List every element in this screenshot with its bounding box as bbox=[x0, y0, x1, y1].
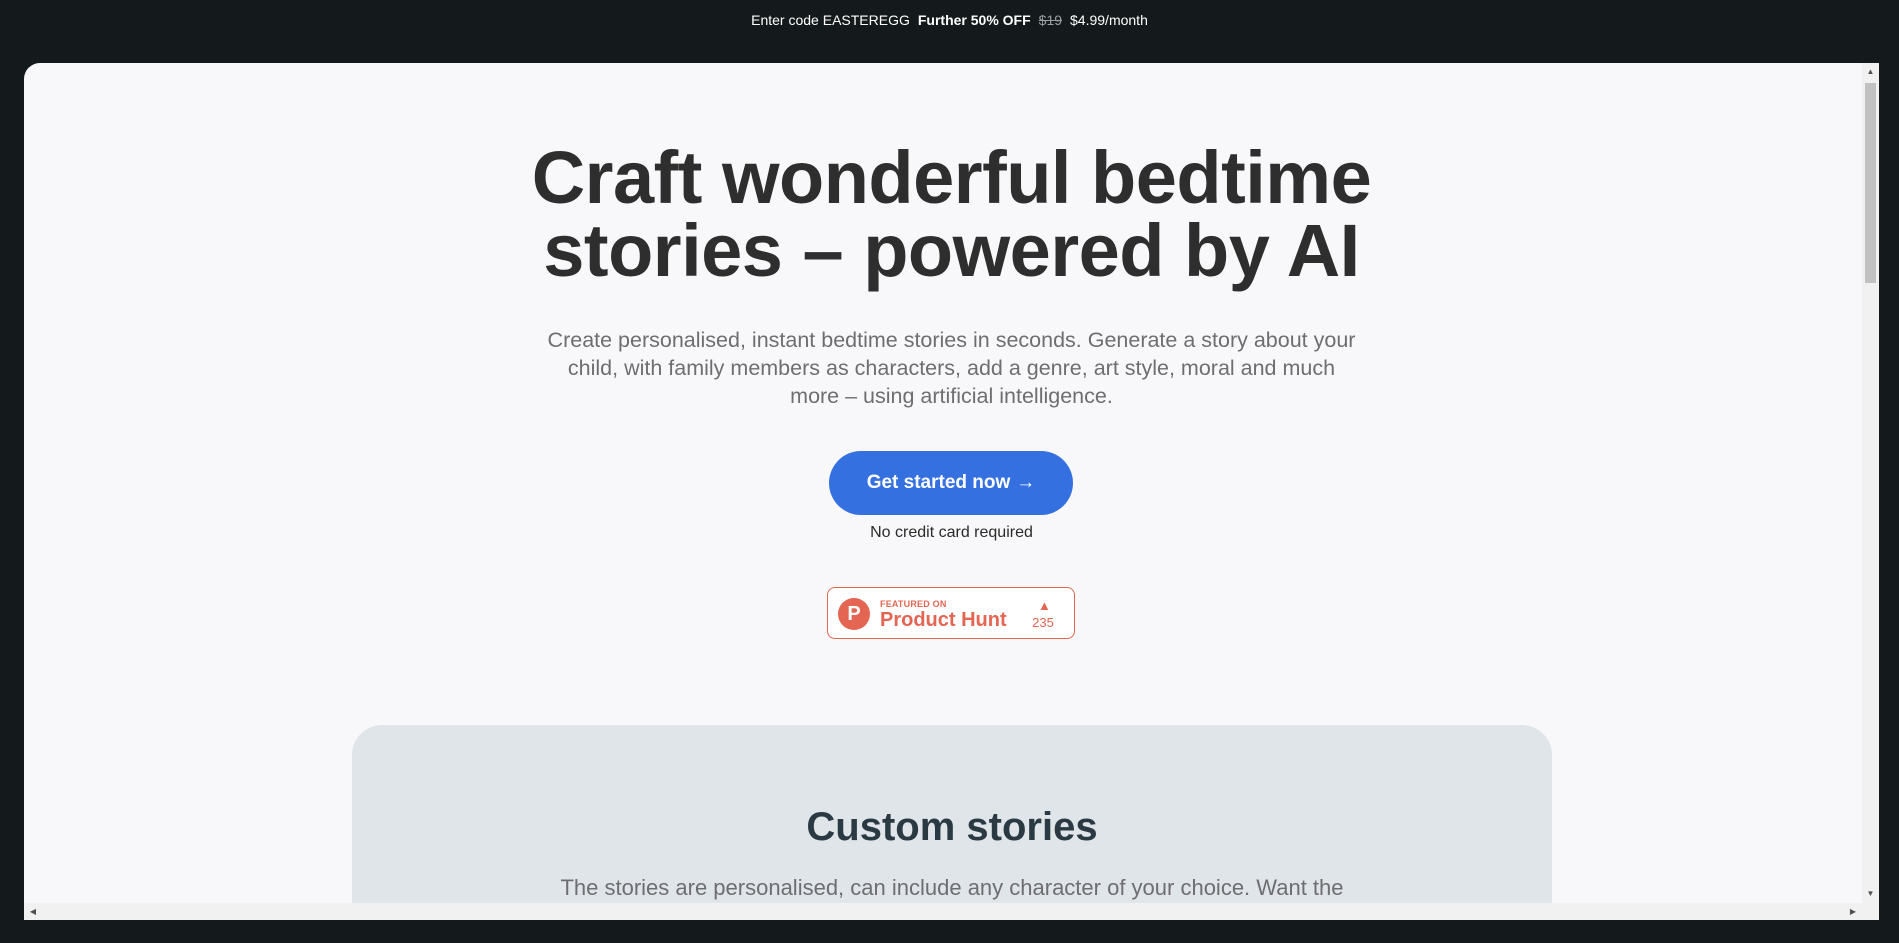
product-hunt-featured-label: FEATURED ON bbox=[880, 599, 947, 609]
horizontal-scrollbar[interactable]: ◀ ▶ bbox=[24, 903, 1879, 920]
scroll-right-icon[interactable]: ▶ bbox=[1846, 903, 1860, 920]
scroll-up-icon[interactable]: ▲ bbox=[1862, 65, 1879, 79]
promo-bar: Enter code EASTEREGG Further 50% OFF $19… bbox=[0, 0, 1899, 40]
arrow-right-icon: → bbox=[1016, 472, 1036, 493]
custom-stories-card: Custom stories The stories are personali… bbox=[352, 725, 1552, 920]
hero-title: Craft wonderful bedtime stories – powere… bbox=[24, 141, 1879, 288]
get-started-label: Get started now bbox=[866, 472, 1011, 493]
hero-title-line-1: Craft wonderful bedtime bbox=[531, 136, 1372, 219]
product-hunt-name: Product Hunt bbox=[880, 609, 1007, 631]
vertical-scroll-thumb[interactable] bbox=[1865, 83, 1876, 283]
hero-title-line-2: stories – powered by AI bbox=[543, 209, 1360, 292]
promo-code-text: Enter code EASTEREGG bbox=[751, 12, 910, 28]
scroll-down-icon[interactable]: ▼ bbox=[1862, 887, 1879, 901]
vertical-scrollbar[interactable]: ▲ ▼ bbox=[1862, 63, 1879, 903]
product-hunt-vote-count: 235 bbox=[1032, 615, 1054, 630]
feature-title: Custom stories bbox=[806, 805, 1098, 849]
feature-description: The stories are personalised, can includ… bbox=[560, 875, 1344, 900]
promo-old-price: $19 bbox=[1038, 12, 1063, 28]
page-viewport: Craft wonderful bedtime stories – powere… bbox=[24, 63, 1879, 920]
hero-subtitle: Create personalised, instant bedtime sto… bbox=[547, 328, 1356, 408]
upvote-triangle-icon: ▲ bbox=[1038, 598, 1051, 613]
promo-discount: Further 50% OFF bbox=[917, 12, 1031, 28]
product-hunt-logo-icon: P bbox=[838, 598, 870, 630]
product-hunt-badge[interactable]: P FEATURED ON Product Hunt ▲ 235 bbox=[827, 587, 1075, 639]
page-content: Craft wonderful bedtime stories – powere… bbox=[24, 63, 1879, 920]
scroll-left-icon[interactable]: ◀ bbox=[26, 903, 40, 920]
no-credit-card-note: No credit card required bbox=[870, 524, 1033, 541]
promo-new-price: $4.99/month bbox=[1070, 12, 1148, 28]
get-started-button[interactable]: Get started now → bbox=[829, 451, 1073, 515]
